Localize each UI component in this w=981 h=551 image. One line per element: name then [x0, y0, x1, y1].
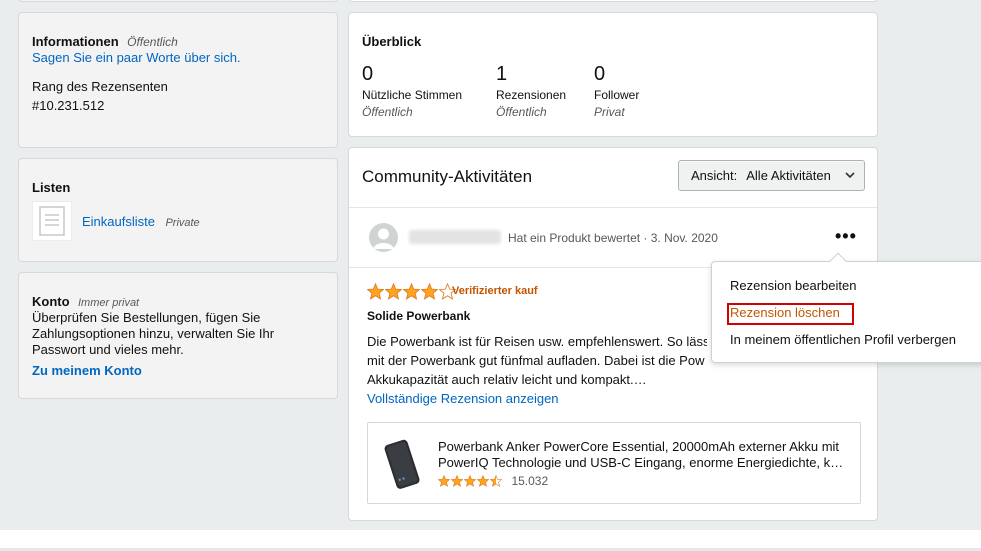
lists-title: Listen: [32, 180, 71, 195]
activity-meta: Hat ein Produkt bewertet · 3. Nov. 2020: [508, 231, 718, 245]
stat-value: 0: [362, 63, 374, 85]
list-item-visibility: Private: [165, 217, 200, 229]
menu-item-edit-review[interactable]: Rezension bearbeiten: [730, 278, 856, 293]
review-title: Solide Powerbank: [367, 309, 471, 323]
review-rating: [366, 283, 457, 301]
review-line: mit der Powerbank gut fünfmal aufladen. …: [367, 353, 705, 368]
list-thumbnail-icon: [32, 201, 72, 241]
stat-helpful-votes: 0 Nützliche Stimmen Öffentlich: [362, 63, 462, 119]
info-header: Informationen Öffentlich: [32, 33, 178, 51]
product-image: [380, 437, 426, 496]
chevron-down-icon: [844, 169, 856, 184]
star-rating-icon: [366, 283, 457, 301]
account-card: Konto Immer privat Überprüfen Sie Bestel…: [18, 272, 338, 399]
menu-item-delete-review[interactable]: Rezension löschen: [730, 305, 840, 320]
blurred-username: [409, 230, 501, 244]
rank-label: Rang des Rezensenten: [32, 79, 168, 94]
rating-count[interactable]: 15.032: [511, 474, 548, 488]
top-card-edge-left: [18, 0, 338, 2]
more-options-icon[interactable]: •••: [835, 226, 857, 247]
stat-visibility: Privat: [594, 105, 625, 119]
stat-value: 1: [496, 63, 508, 85]
lists-card: Listen Einkaufsliste Private: [18, 158, 338, 262]
account-visibility: Immer privat: [78, 297, 140, 309]
about-me-link[interactable]: Sagen Sie ein paar Worte über sich.: [32, 50, 241, 65]
stat-label: Nützliche Stimmen: [362, 88, 463, 102]
my-account-link[interactable]: Zu meinem Konto: [32, 363, 142, 378]
stat-visibility: Öffentlich: [496, 105, 547, 119]
view-filter-label: Ansicht:: [691, 168, 738, 183]
star-rating-icon: [437, 472, 503, 489]
view-filter-dropdown[interactable]: Ansicht: Alle Aktivitäten: [678, 160, 865, 191]
rank-value: #10.231.512: [32, 98, 105, 113]
product-card[interactable]: Powerbank Anker PowerCore Essential, 200…: [367, 422, 861, 504]
stat-label: Follower: [594, 88, 640, 102]
review-line: Akkukapazität auch relativ leicht und ko…: [367, 372, 647, 387]
view-filter-value: Alle Aktivitäten: [746, 168, 831, 183]
stat-visibility: Öffentlich: [362, 105, 413, 119]
avatar[interactable]: [369, 223, 398, 252]
product-rating: 15.032: [437, 472, 548, 490]
stat-followers: 0 Follower Privat: [594, 63, 639, 119]
verified-purchase-badge: Verifizierter kauf: [452, 285, 538, 297]
review-line: Die Powerbank ist für Reisen usw. empfeh…: [367, 334, 707, 349]
menu-item-hide-from-profile[interactable]: In meinem öffentlichen Profil verbergen: [730, 332, 956, 347]
stat-label: Rezensionen: [496, 88, 567, 102]
full-review-link[interactable]: Vollständige Rezension anzeigen: [367, 391, 559, 406]
product-title-line[interactable]: Powerbank Anker PowerCore Essential, 200…: [438, 439, 850, 454]
community-title: Community-Aktivitäten: [362, 167, 533, 186]
product-title-line[interactable]: PowerIQ Technologie und USB-C Eingang, e…: [438, 455, 850, 470]
review-context-menu: Rezension bearbeiten Rezension löschen I…: [711, 252, 981, 363]
account-header: Konto Immer privat: [32, 293, 139, 311]
info-title: Informationen: [32, 34, 119, 49]
account-title: Konto: [32, 294, 70, 309]
overview-card: Überblick 0 Nützliche Stimmen Öffentlich…: [348, 12, 878, 137]
divider: [349, 207, 877, 208]
stat-reviews: 1 Rezensionen Öffentlich: [496, 63, 566, 119]
review-body: Die Powerbank ist für Reisen usw. empfeh…: [367, 332, 707, 389]
info-visibility: Öffentlich: [127, 35, 178, 49]
list-item-link[interactable]: Einkaufsliste: [82, 214, 155, 229]
overview-title: Überblick: [362, 34, 422, 49]
account-description: Überprüfen Sie Bestellungen, fügen Sie Z…: [32, 310, 275, 357]
stat-value: 0: [594, 63, 606, 85]
top-card-edge-right: [348, 0, 878, 2]
list-item: Einkaufsliste Private: [82, 213, 200, 231]
info-card: Informationen Öffentlich Sagen Sie ein p…: [18, 12, 338, 148]
